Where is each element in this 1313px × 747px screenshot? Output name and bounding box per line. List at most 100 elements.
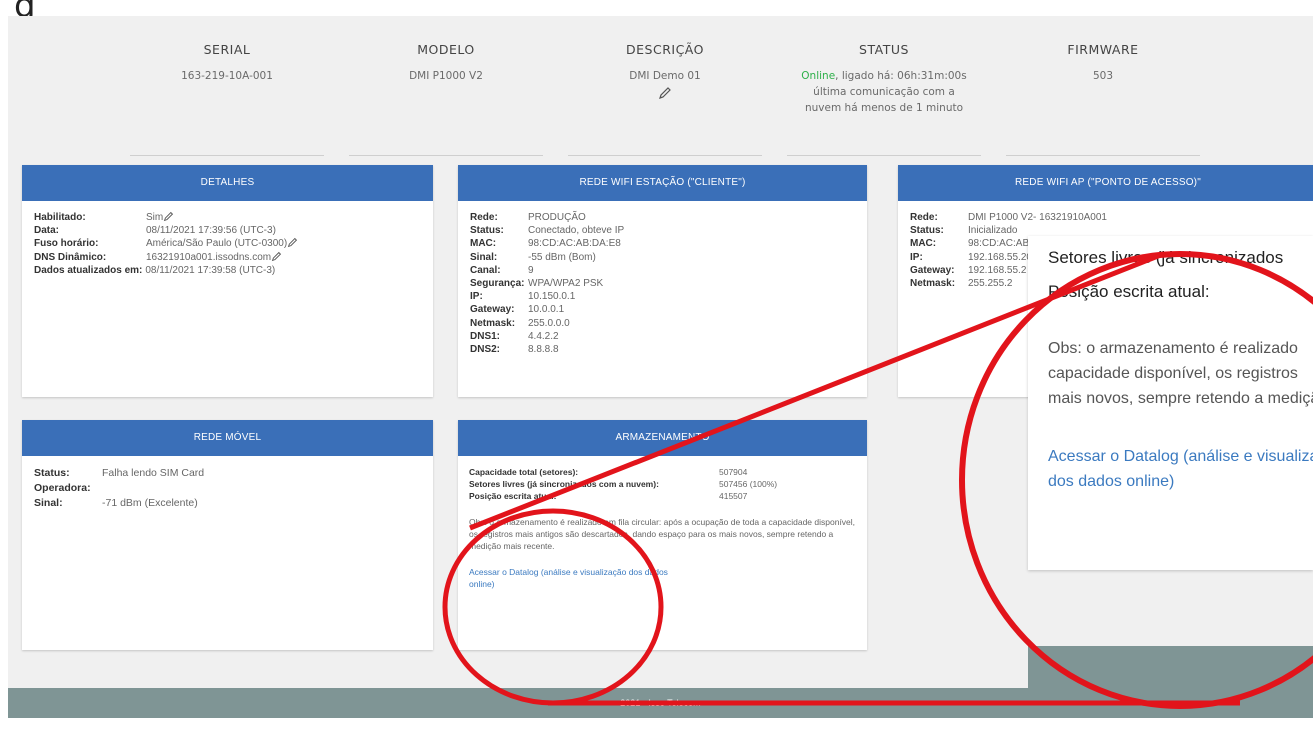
detail-row: Data: 08/11/2021 17:39:56 (UTC-3)	[34, 225, 276, 237]
wifi_client-row-value: 255.0.0.0	[528, 317, 570, 329]
wifi_client-row-key: DNS1:	[470, 330, 501, 342]
wifi_client-row-value: 8.8.8.8	[528, 344, 559, 356]
wifi_client-row-key: DNS2:	[470, 344, 501, 356]
status-divider	[787, 155, 981, 156]
wifi_client-row-value: PRODUÇÃO	[528, 212, 586, 223]
edit-dns-icon[interactable]	[271, 251, 282, 262]
serial-column: SERIAL 163-219-10A-001	[130, 42, 324, 156]
wifi_client-row-key: Status:	[470, 225, 504, 237]
wifi_client-row: Status: Conectado, obteve IP	[470, 224, 855, 237]
wifi_client-row: Gateway: 10.0.0.1	[470, 303, 855, 316]
online-status: Online	[801, 70, 836, 82]
wifi_ap-row-value: 192.168.55.2	[968, 264, 1027, 276]
zoom-free-sectors-label: Setores livres (já sincronizados	[1048, 248, 1284, 267]
storage-row: Setores livres (já sincronizados com a n…	[469, 479, 778, 489]
pencil-icon	[659, 87, 671, 99]
wifi_ap-row-key: MAC:	[910, 238, 937, 250]
edit-timezone-icon[interactable]	[287, 237, 298, 248]
armazenamento-body: Capacidade total (setores): 507904 Setore…	[458, 456, 867, 600]
edit-description-button[interactable]	[568, 86, 762, 100]
wifi_client-row-key: Canal:	[470, 264, 501, 276]
detalhes-body: Habilitado: Sim Data: 08/11/2021 17:39:56 …	[22, 201, 433, 287]
wifi_client-row: IP: 10.150.0.1	[470, 290, 855, 303]
wifi_client-row: Netmask: 255.0.0.0	[470, 317, 855, 330]
descricao-column: DESCRIÇÃO DMI Demo 01	[568, 42, 762, 156]
detail-row: Fuso horário: América/São Paulo (UTC-0300…	[34, 237, 421, 250]
armazenamento-card: ARMAZENAMENTO Capacidade total (setores)…	[458, 420, 867, 650]
wifi_client-row-key: Segurança:	[470, 278, 525, 290]
datalog-link[interactable]: Acessar o Datalog (análise e visualizaçã…	[469, 566, 689, 590]
wifi_client-row-key: MAC:	[470, 238, 497, 250]
modelo-column: MODELO DMI P1000 V2	[349, 42, 543, 156]
status-column: STATUS Online, ligado há: 06h:31m:00s úl…	[787, 42, 981, 156]
wifi_client-row-key: Netmask:	[470, 317, 516, 329]
zoom-note: Obs: o armazenamento é realizado capacid…	[1048, 340, 1313, 407]
firmware-label: FIRMWARE	[1067, 42, 1139, 57]
wifi_client-row-value: 9	[528, 264, 534, 276]
wifi_ap-row-value: 255.255.2	[968, 278, 1013, 290]
detalhes-card: DETALHES Habilitado: Sim Data: 08/11/2021 …	[22, 165, 433, 397]
wifi-client-body: Rede: PRODUÇÃO Status: Conectado, obteve IP…	[458, 201, 867, 366]
wifi_ap-row: Rede: DMI P1000 V2- 16321910A001	[910, 211, 1306, 224]
wifi_ap-row-value: 192.168.55.20	[968, 251, 1032, 263]
wifi_client-row-key: IP:	[470, 291, 483, 303]
descricao-divider	[568, 155, 762, 156]
movel-row: Sinal: -71 dBm (Excelente)	[34, 496, 421, 511]
movel-row-value: -71 dBm (Excelente)	[102, 497, 198, 509]
zoom-datalog-link[interactable]: Acessar o Datalog (análise e visualizaçã…	[1048, 444, 1313, 494]
wifi_ap-row-key: Rede:	[910, 212, 938, 223]
edit-enabled-icon[interactable]	[163, 211, 174, 222]
wifi_client-row: Segurança: WPA/WPA2 PSK	[470, 277, 855, 290]
wifi_client-row-value: 10.150.0.1	[528, 291, 576, 303]
rede-movel-card: REDE MÓVEL Status: Falha lendo SIM Card Op…	[22, 420, 433, 650]
storage-note: Obs: o armazenamento é realizado em fila…	[469, 517, 856, 551]
wifi_client-row: Rede: PRODUÇÃO	[470, 211, 855, 224]
storage-row: Capacidade total (setores): 507904	[469, 467, 748, 477]
wifi_client-row: DNS2: 8.8.8.8	[470, 343, 855, 356]
wifi-client-card: REDE WIFI ESTAÇÃO ("CLIENTE") Rede: PRODU…	[458, 165, 867, 397]
movel-row-key: Operadora:	[34, 482, 91, 494]
wifi_client-row-value: WPA/WPA2 PSK	[528, 278, 604, 290]
storage-row: Posição escrita atual: 415507	[469, 491, 748, 501]
movel-row: Operadora:	[34, 481, 421, 496]
detail-row: Habilitado: Sim	[34, 211, 421, 224]
wifi_client-row-key: Gateway:	[470, 304, 515, 316]
movel-row: Status: Falha lendo SIM Card	[34, 466, 421, 481]
status-line-2: última comunicação com a	[813, 86, 955, 98]
detail-row: DNS Dinâmico: 16321910a001.issodns.com	[34, 251, 421, 264]
wifi_client-row-value: -55 dBm (Bom)	[528, 251, 596, 263]
wifi_client-row-value: 98:CD:AC:AB:DA:E8	[528, 238, 621, 250]
wifi-client-title: REDE WIFI ESTAÇÃO ("CLIENTE")	[458, 165, 867, 201]
serial-value: 163-219-10A-001	[181, 70, 273, 82]
detalhes-title: DETALHES	[22, 165, 433, 201]
wifi_ap-row-key: IP:	[910, 251, 923, 263]
wifi_ap-row-key: Gateway:	[910, 264, 955, 276]
zoom-write-position-label: Posição escrita atual:	[1048, 282, 1210, 301]
wifi_ap-row-key: Netmask:	[910, 278, 956, 290]
movel-row-key: Sinal:	[34, 497, 63, 509]
wifi_ap-row-value: DMI P1000 V2- 16321910A001	[968, 212, 1107, 223]
descricao-label: DESCRIÇÃO	[626, 42, 704, 57]
movel-row-value: Falha lendo SIM Card	[102, 467, 205, 479]
wifi_ap-row-value: Inicializado	[968, 225, 1018, 237]
status-line-1: Online, ligado há: 06h:31m:00s	[801, 70, 967, 82]
wifi_client-row-value: Conectado, obteve IP	[528, 225, 625, 237]
movel-row-key: Status:	[34, 467, 70, 479]
wifi_client-row: DNS1: 4.4.2.2	[470, 330, 855, 343]
rede-movel-body: Status: Falha lendo SIM Card Operadora: Sin…	[22, 456, 433, 521]
firmware-divider	[1006, 155, 1200, 156]
modelo-divider	[349, 155, 543, 156]
wifi-ap-title: REDE WIFI AP ("PONTO DE ACESSO)"	[898, 165, 1313, 201]
firmware-value: 503	[1092, 70, 1114, 82]
armazenamento-title: ARMAZENAMENTO	[458, 420, 867, 456]
wifi_client-row: Sinal: -55 dBm (Bom)	[470, 251, 855, 264]
status-line-3: nuvem há menos de 1 minuto	[804, 102, 964, 114]
wifi_client-row: Canal: 9	[470, 264, 855, 277]
wifi_client-row-value: 10.0.0.1	[528, 304, 565, 316]
wifi_client-row-key: Sinal:	[470, 251, 498, 263]
zoom-footer-band	[1028, 646, 1313, 696]
modelo-label: MODELO	[417, 42, 475, 57]
wifi_client-row-value: 4.4.2.2	[528, 330, 559, 342]
detail-row: Dados atualizados em: 08/11/2021 17:39:58…	[34, 264, 276, 276]
modelo-value: DMI P1000 V2	[409, 70, 483, 82]
